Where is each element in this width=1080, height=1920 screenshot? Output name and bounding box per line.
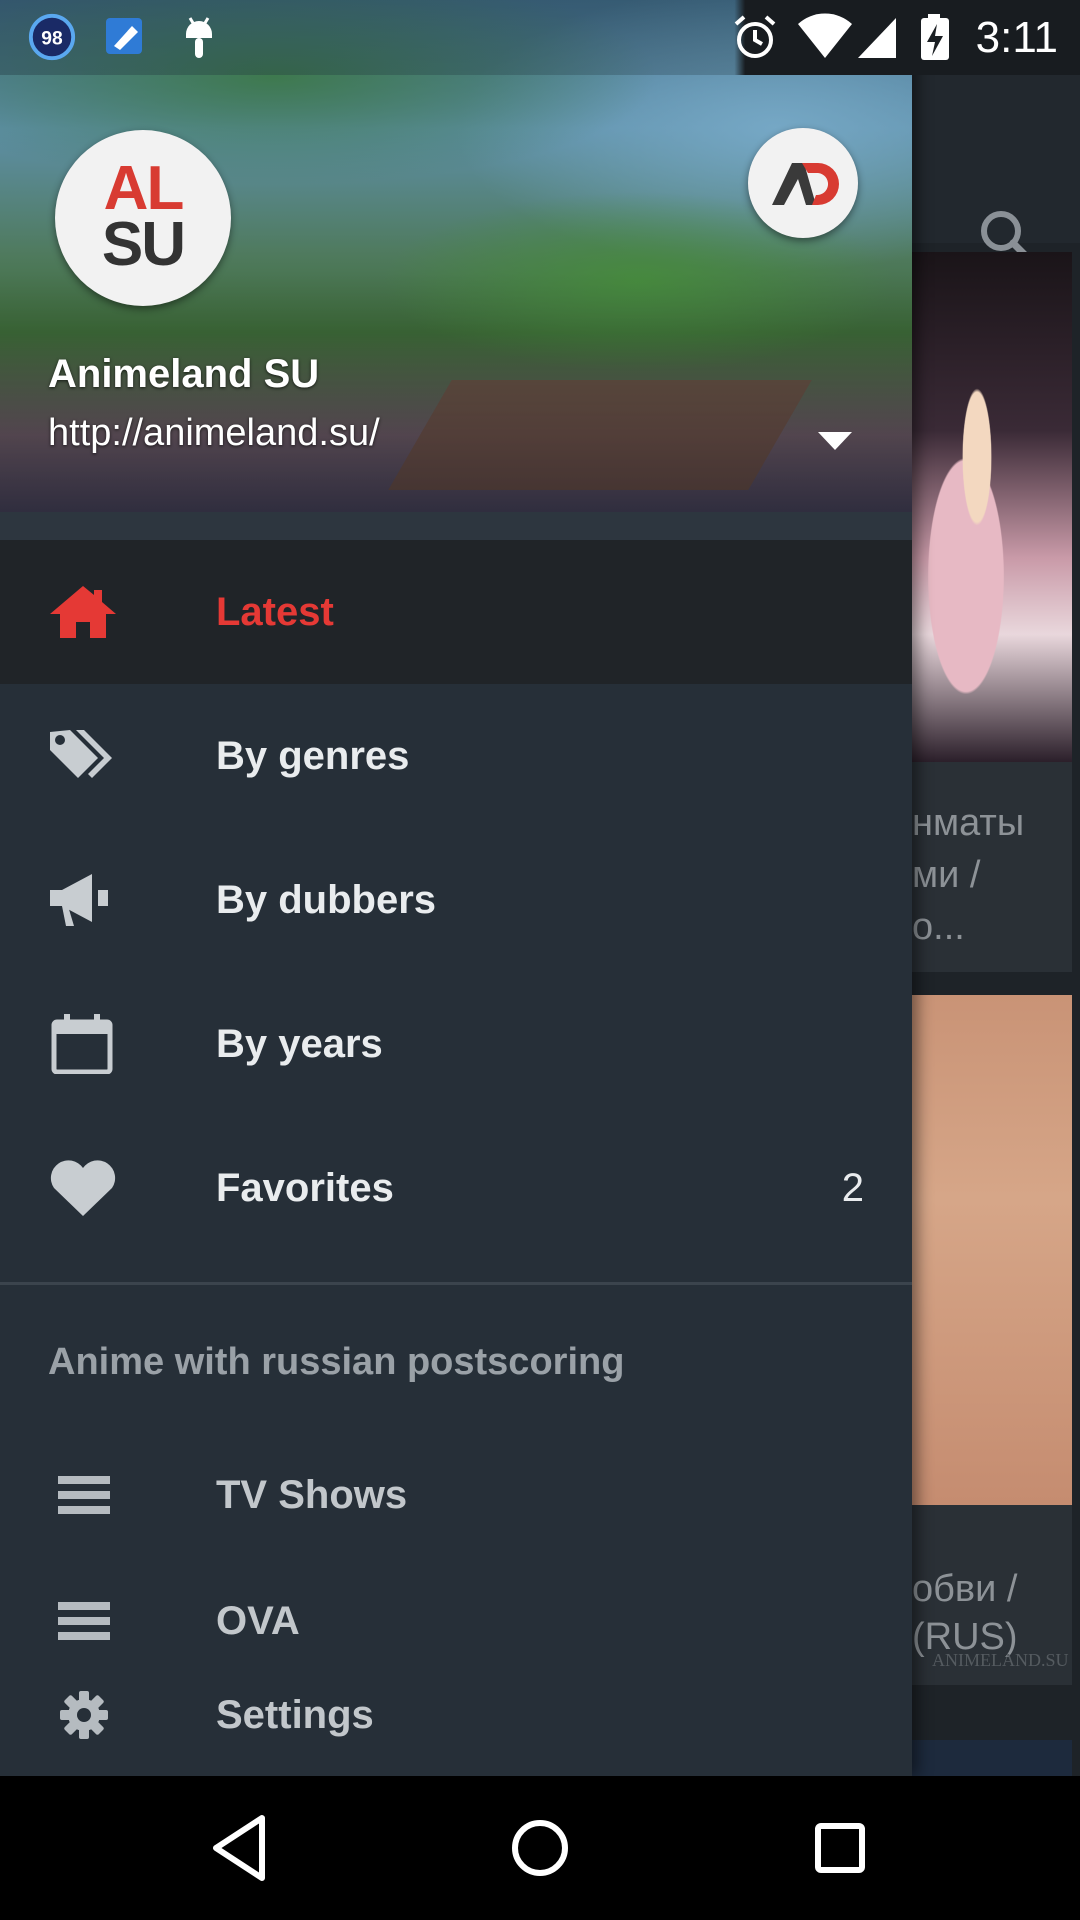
avatar-text-line2: SU — [101, 210, 186, 279]
anime-card[interactable]: нматы ми / о... — [912, 252, 1072, 972]
anime-card[interactable]: обви / (RUS) ANIMELAND.SU — [912, 995, 1072, 1685]
tags-icon — [50, 730, 112, 778]
nav-item-by-genres[interactable]: By genres — [0, 684, 912, 828]
recents-icon[interactable] — [800, 1808, 880, 1888]
nav-item-tv-shows[interactable]: TV Shows — [0, 1440, 912, 1550]
list-icon — [58, 1602, 110, 1640]
gear-icon — [60, 1691, 108, 1739]
nav-item-label: Favorites — [216, 1166, 394, 1210]
anime-card-title: нматы ми / о... — [912, 802, 1025, 948]
account-url: http://animeland.su/ — [48, 412, 380, 454]
nav-item-by-dubbers[interactable]: By dubbers — [0, 828, 912, 972]
ad-logo-icon — [772, 163, 839, 205]
nav-item-favorites[interactable]: Favorites 2 — [0, 1116, 912, 1260]
divider — [0, 1282, 912, 1285]
nav-item-label: By years — [216, 1022, 383, 1066]
wifi-icon — [798, 13, 852, 58]
app-notification-icon — [106, 18, 142, 54]
home-button-icon[interactable] — [500, 1808, 580, 1888]
system-nav-bar — [0, 1776, 1080, 1920]
favorites-count: 2 — [841, 1166, 864, 1210]
watermark: ANIMELAND.SU — [932, 1650, 1069, 1670]
alarm-icon — [734, 15, 776, 58]
svg-text:98: 98 — [41, 29, 63, 50]
status-time: 3:11 — [975, 13, 1058, 62]
battery-saver-badge-icon: 98 — [28, 13, 76, 61]
android-debug-icon — [186, 17, 212, 58]
home-icon — [50, 586, 116, 638]
section-title: Anime with russian postscoring — [48, 1341, 625, 1383]
heart-icon — [50, 1160, 116, 1216]
nav-item-label: Settings — [216, 1693, 374, 1737]
list-icon — [58, 1476, 110, 1514]
nav-item-label: TV Shows — [216, 1473, 408, 1517]
calendar-icon — [51, 1014, 113, 1074]
secondary-account-avatar[interactable] — [748, 128, 858, 238]
dropdown-arrow-icon[interactable] — [810, 420, 860, 460]
nav-item-label: By dubbers — [216, 878, 437, 922]
anime-card-image — [912, 995, 1072, 1505]
account-avatar[interactable]: AL SU — [55, 130, 231, 306]
anime-card[interactable] — [912, 1740, 1072, 1780]
drawer-header: AL SU Animeland SU http://animeland.su/ — [0, 0, 912, 512]
signal-icon — [858, 18, 896, 58]
nav-item-label: By genres — [216, 734, 410, 778]
nav-item-settings[interactable]: Settings — [0, 1660, 912, 1770]
battery-charging-icon — [921, 14, 949, 60]
megaphone-icon — [50, 874, 108, 926]
account-name: Animeland SU — [48, 352, 320, 396]
back-icon[interactable] — [200, 1808, 280, 1888]
nav-item-label: Latest — [216, 590, 334, 634]
navigation-drawer: AL SU Animeland SU http://animeland.su/ … — [0, 0, 912, 1776]
nav-item-latest[interactable]: Latest — [0, 540, 912, 684]
anime-card-title: обви / (RUS) — [912, 1568, 1018, 1658]
nav-item-label: OVA — [216, 1599, 300, 1643]
status-bar: 98 3:11 — [0, 0, 1080, 75]
nav-item-by-years[interactable]: By years — [0, 972, 912, 1116]
